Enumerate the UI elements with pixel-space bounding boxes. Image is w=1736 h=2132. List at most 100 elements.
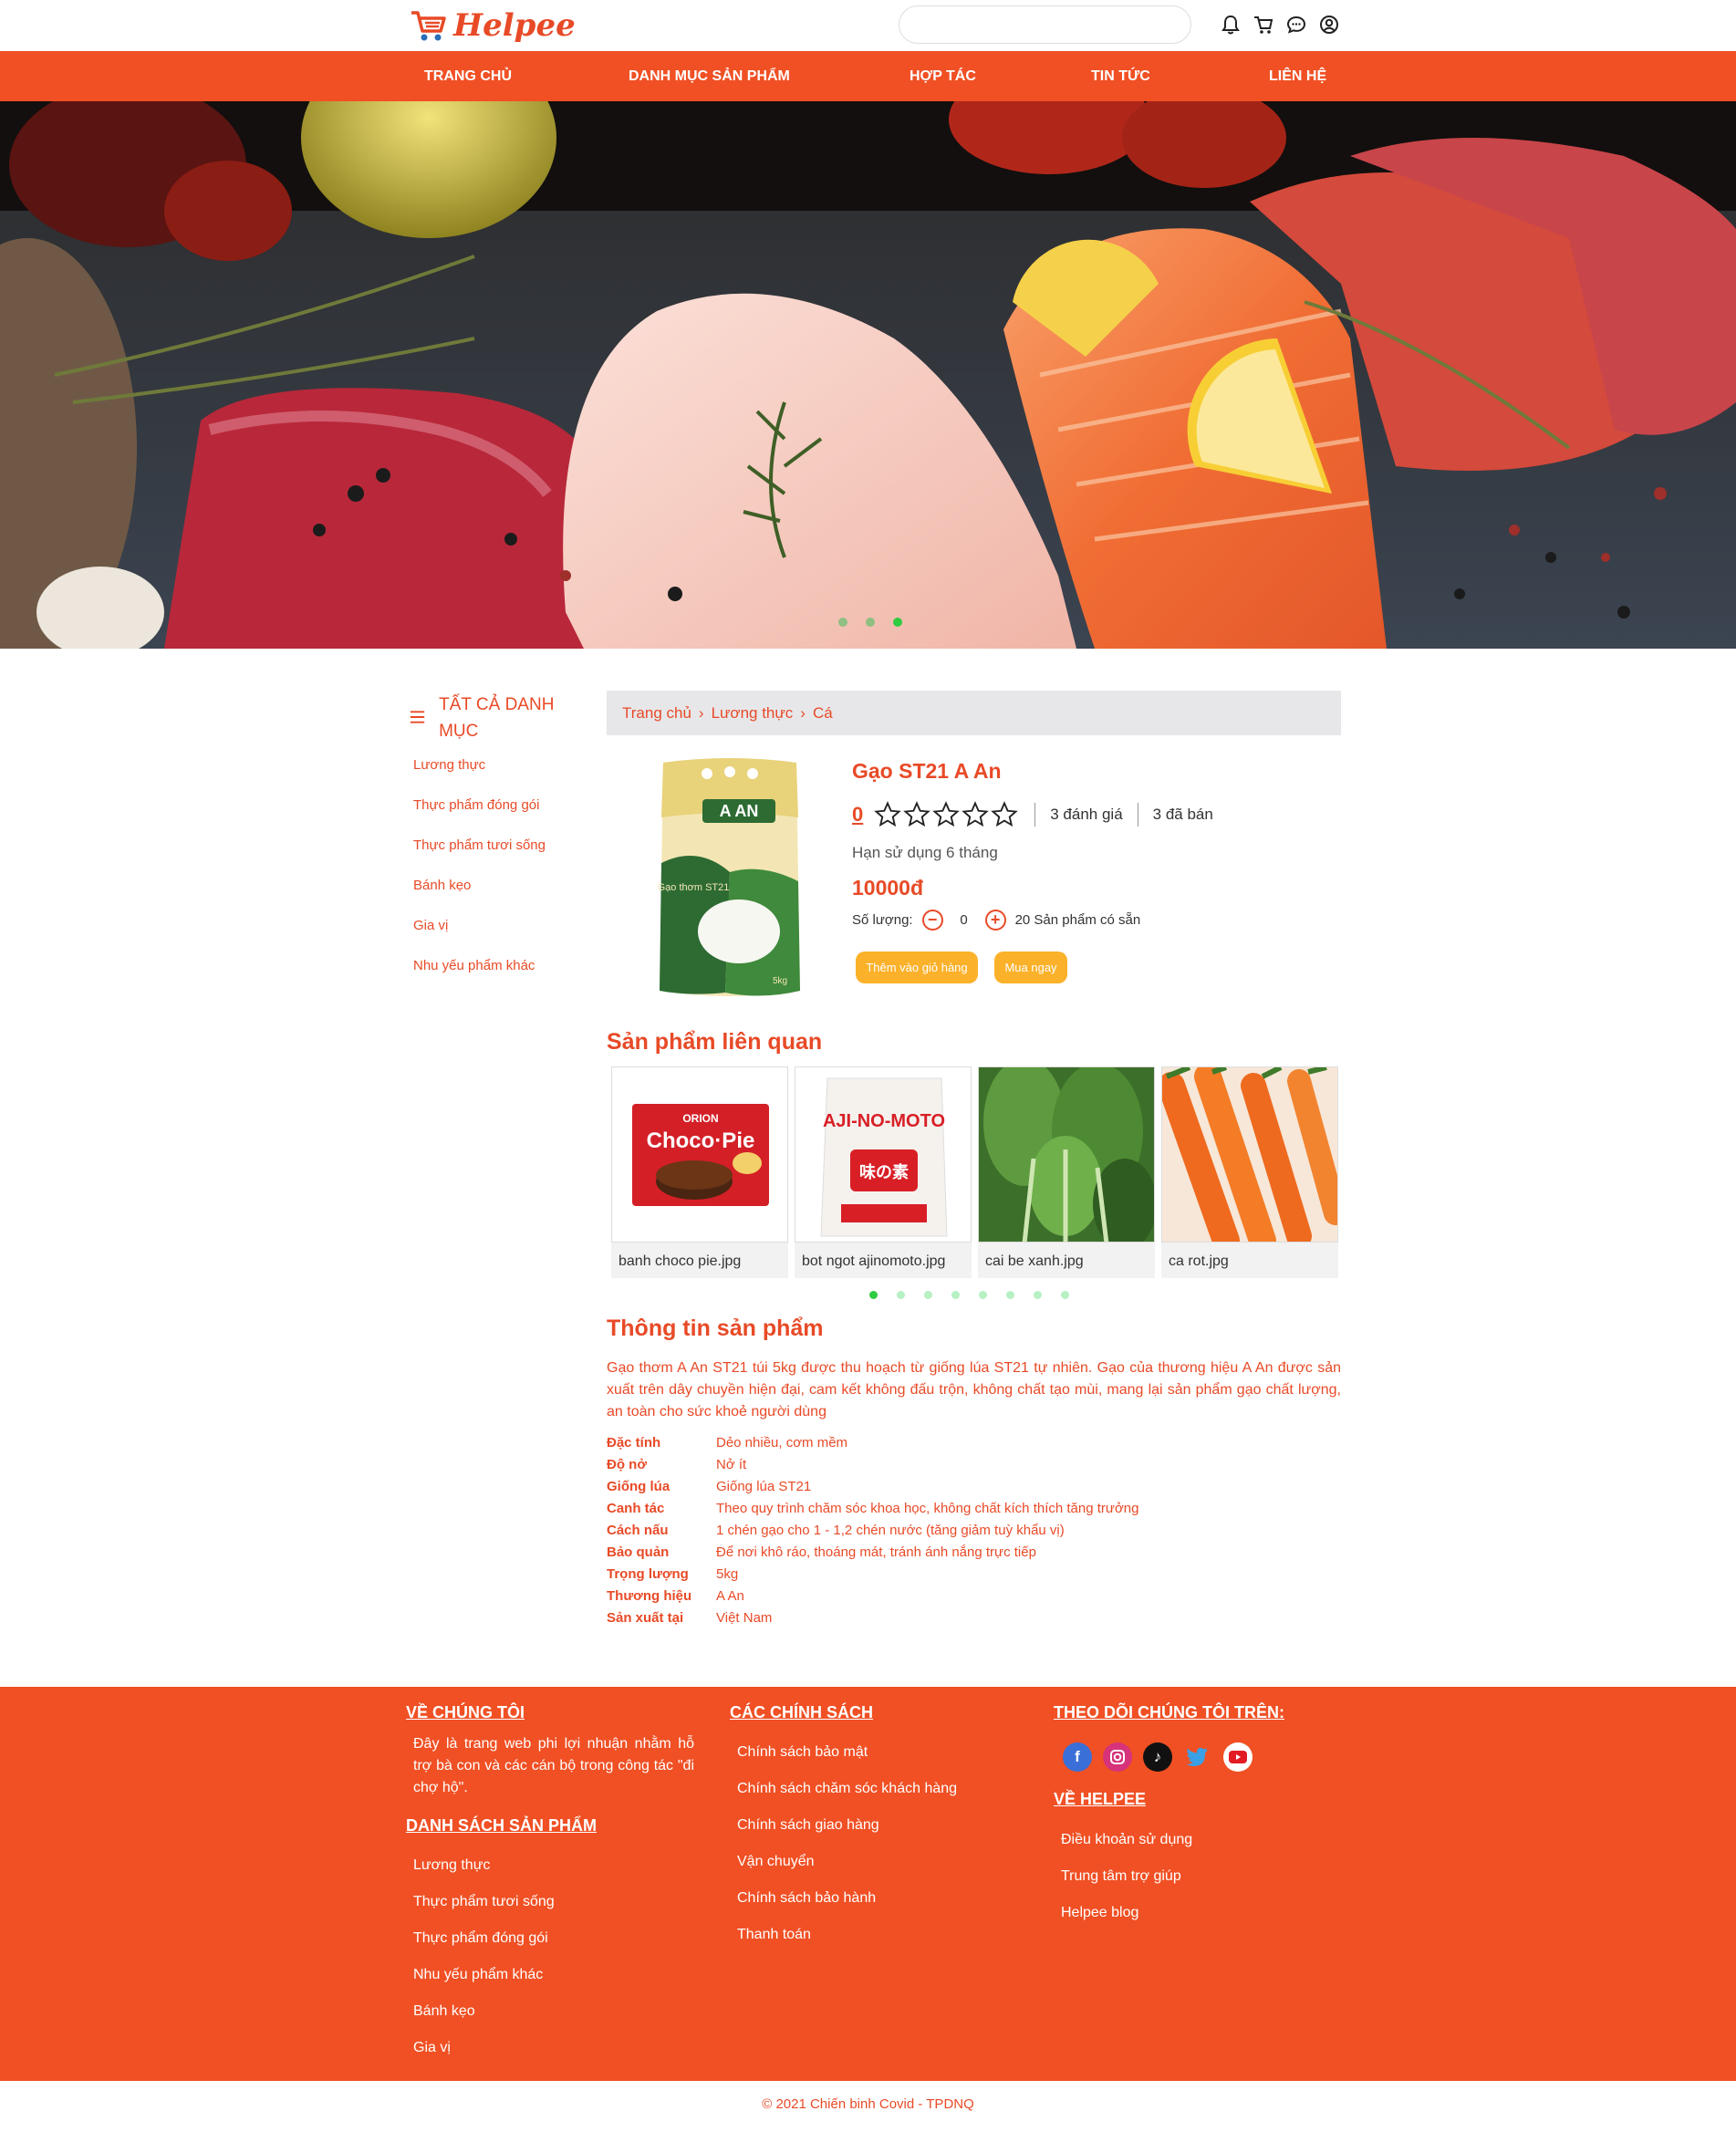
review-count: 3 đánh giá <box>1050 806 1123 823</box>
nav-contact[interactable]: LIÊN HỆ <box>1269 51 1326 101</box>
tiktok-icon[interactable]: ♪ <box>1143 1742 1172 1772</box>
category-item[interactable]: Nhu yếu phẩm khác <box>413 958 546 998</box>
footer <box>0 1687 1736 2081</box>
star-icon[interactable] <box>991 801 1019 828</box>
pagination-dot[interactable] <box>924 1291 932 1299</box>
social-links: f ♪ <box>1063 1742 1253 1772</box>
spec-key: Trọng lượng <box>607 1566 689 1582</box>
search-input[interactable] <box>899 5 1191 44</box>
nav-partnership[interactable]: HỢP TÁC <box>910 51 976 101</box>
footer-policy-link[interactable]: Chính sách bảo hành <box>737 1890 876 1907</box>
spec-value: Để nơi khô ráo, thoáng mát, tránh ánh nắ… <box>716 1544 1036 1560</box>
spec-value: 1 chén gạo cho 1 - 1,2 chén nước (tăng g… <box>716 1523 1065 1538</box>
quantity-label: Số lượng: <box>852 912 913 928</box>
pagination-dot[interactable] <box>1034 1291 1042 1299</box>
pagination-dot[interactable] <box>1006 1291 1014 1299</box>
category-item[interactable]: Gia vị <box>413 918 546 958</box>
sold-count: 3 đã bán <box>1152 806 1213 823</box>
cart-icon[interactable] <box>1252 11 1275 38</box>
related-item[interactable]: AJI-NO-MOTO 味の素 bot ngot ajinomoto.jpg <box>795 1066 972 1278</box>
footer-follow-title: THEO DÕI CHÚNG TÔI TRÊN: <box>1054 1703 1284 1721</box>
pagination-dot[interactable] <box>951 1291 960 1299</box>
footer-product-link[interactable]: Thực phẩm tươi sống <box>413 1894 555 1910</box>
increase-button[interactable]: + <box>984 910 1006 931</box>
footer-policy-link[interactable]: Thanh toán <box>737 1927 811 1943</box>
quantity-stepper: Số lượng: − 0 + 20 Sản phẩm có sẵn <box>852 910 1140 931</box>
expiry-info: Hạn sử dụng 6 tháng <box>852 844 998 861</box>
nav-categories[interactable]: DANH MỤC SẢN PHẨM <box>629 51 790 101</box>
footer-helpee-link[interactable]: Trung tâm trợ giúp <box>1061 1868 1181 1885</box>
logo[interactable]: Helpee <box>410 4 576 47</box>
twitter-icon[interactable] <box>1183 1742 1212 1772</box>
user-icon[interactable] <box>1317 11 1341 38</box>
pagination-dot[interactable] <box>897 1291 905 1299</box>
spec-value: Nở ít <box>716 1457 747 1472</box>
menu-icon <box>410 711 425 723</box>
quantity-value[interactable]: 0 <box>952 912 976 928</box>
footer-policy-link[interactable]: Chính sách bảo mật <box>737 1744 868 1761</box>
instagram-icon[interactable] <box>1103 1742 1132 1772</box>
spec-row: Đặc tính Dẻo nhiều, cơm mềm <box>607 1435 1138 1457</box>
buy-now-button[interactable]: Mua ngay <box>994 952 1067 983</box>
hero-banner[interactable] <box>0 101 1736 649</box>
spec-value: 5kg <box>716 1566 739 1582</box>
related-caption: cai be xanh.jpg <box>985 1253 1084 1269</box>
footer-about-text: Đây là trang web phi lợi nhuận nhằm hỗ t… <box>413 1736 694 1795</box>
footer-product-link[interactable]: Nhu yếu phẩm khác <box>413 1967 543 1983</box>
youtube-icon[interactable] <box>1223 1742 1253 1772</box>
star-icon[interactable] <box>903 801 931 828</box>
related-pagination <box>869 1291 1069 1299</box>
footer-product-link[interactable]: Bánh kẹo <box>413 2003 475 2020</box>
related-item[interactable]: ca rot.jpg <box>1161 1066 1338 1278</box>
facebook-icon[interactable]: f <box>1063 1742 1092 1772</box>
divider <box>1034 803 1036 827</box>
decrease-button[interactable]: − <box>921 910 943 931</box>
banner-dot[interactable] <box>866 618 875 627</box>
chat-icon[interactable] <box>1284 11 1308 38</box>
spec-key: Đặc tính <box>607 1435 661 1451</box>
category-item[interactable]: Bánh kẹo <box>413 878 546 918</box>
pagination-dot-active[interactable] <box>869 1291 878 1299</box>
footer-product-link[interactable]: Lương thực <box>413 1857 490 1874</box>
breadcrumb-current[interactable]: Cá <box>813 704 833 723</box>
bell-icon[interactable] <box>1219 11 1242 38</box>
banner-dot[interactable] <box>838 618 847 627</box>
pagination-dot[interactable] <box>979 1291 987 1299</box>
breadcrumb-home[interactable]: Trang chủ <box>622 704 691 723</box>
pagination-dot[interactable] <box>1061 1291 1069 1299</box>
header: Helpee <box>0 0 1736 51</box>
category-item[interactable]: Lương thực <box>413 757 546 797</box>
star-icon[interactable] <box>962 801 990 828</box>
spec-value: Giống lúa ST21 <box>716 1479 812 1494</box>
footer-product-link[interactable]: Gia vị <box>413 2040 451 2056</box>
footer-policy-link[interactable]: Chính sách giao hàng <box>737 1817 879 1834</box>
banner-dot-active[interactable] <box>893 618 902 627</box>
category-item[interactable]: Thực phẩm đóng gói <box>413 797 546 837</box>
banner-dots <box>838 618 902 627</box>
footer-policy-link[interactable]: Chính sách chăm sóc khách hàng <box>737 1781 957 1797</box>
related-item[interactable]: ORION Choco·Pie banh choco pie.jpg <box>611 1066 788 1278</box>
nav-news[interactable]: TIN TỨC <box>1091 51 1150 101</box>
package-label: Gạo thơm ST21 <box>658 882 730 893</box>
footer-products-title: DANH SÁCH SẢN PHẨM <box>406 1816 598 1835</box>
spec-row: Sản xuất tại Việt Nam <box>607 1610 1138 1632</box>
spec-key: Độ nở <box>607 1457 647 1472</box>
category-header[interactable]: TẤT CẢ DANH MỤC <box>409 692 591 744</box>
nav-home[interactable]: TRANG CHỦ <box>424 51 512 101</box>
related-caption: banh choco pie.jpg <box>619 1253 742 1269</box>
footer-helpee-link[interactable]: Helpee blog <box>1061 1905 1138 1921</box>
category-item[interactable]: Thực phẩm tươi sống <box>413 837 546 878</box>
footer-helpee-link[interactable]: Điều khoản sử dụng <box>1061 1832 1192 1848</box>
footer-policy-link[interactable]: Vận chuyển <box>737 1854 815 1870</box>
star-icon[interactable] <box>932 801 961 828</box>
product-name: Gạo ST21 A An <box>852 759 1002 783</box>
footer-product-link[interactable]: Thực phẩm đóng gói <box>413 1930 548 1947</box>
related-item[interactable]: cai be xanh.jpg <box>978 1066 1155 1278</box>
banner-image <box>0 101 1736 649</box>
add-to-cart-button[interactable]: Thêm vào giỏ hàng <box>856 952 978 983</box>
product-image[interactable]: A AN Gạo thơm ST21 5kg <box>652 754 807 1000</box>
breadcrumb-category[interactable]: Lương thực <box>712 704 794 723</box>
related-caption: bot ngot ajinomoto.jpg <box>802 1253 946 1269</box>
spec-row: Bảo quản Để nơi khô ráo, thoáng mát, trán… <box>607 1544 1138 1566</box>
star-icon[interactable] <box>874 801 902 828</box>
